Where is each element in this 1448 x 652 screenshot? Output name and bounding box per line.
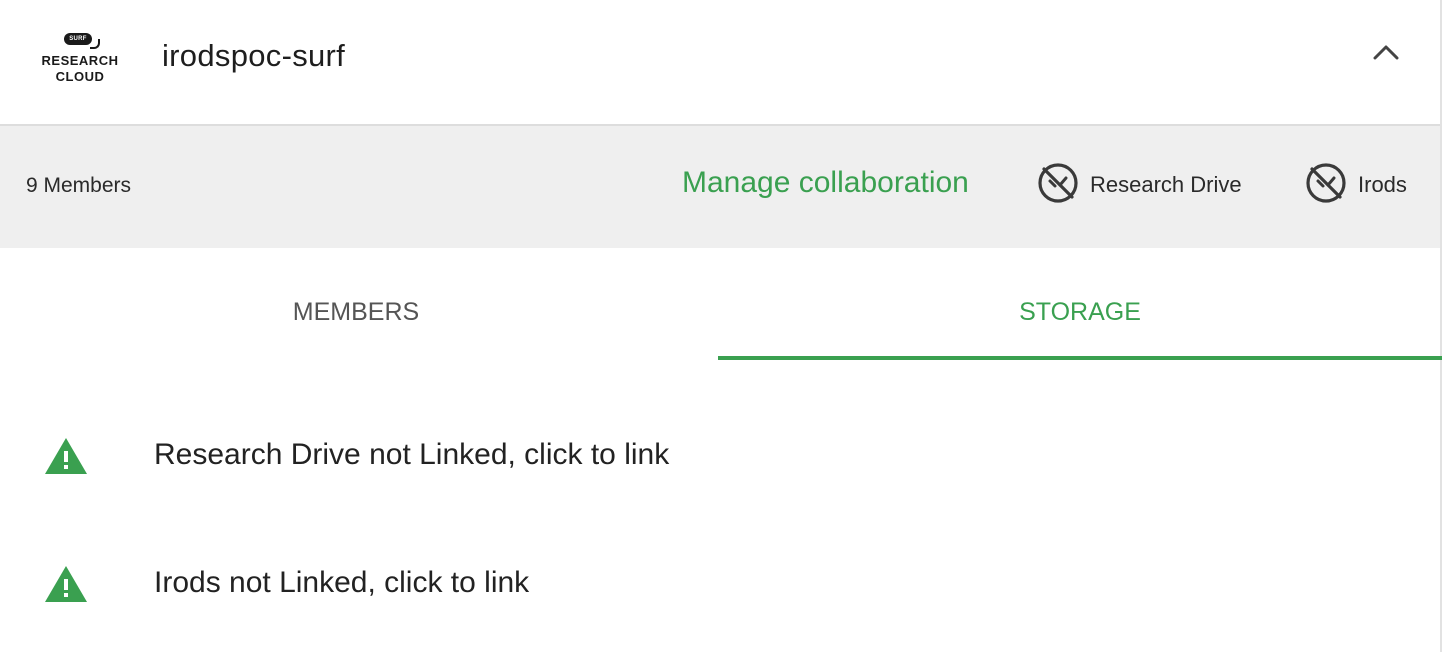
collaboration-tabs: MEMBERS STORAGE xyxy=(0,248,1442,360)
tab-members[interactable]: MEMBERS xyxy=(0,248,712,360)
irods-link-item[interactable]: Irods not Linked, click to link xyxy=(0,556,1440,616)
irods-status-label: Irods xyxy=(1358,172,1407,197)
irods-link-text: Irods not Linked, click to link xyxy=(154,566,530,599)
manage-collaboration-link[interactable]: Manage collaboration xyxy=(682,166,969,200)
irods-status[interactable]: Irods xyxy=(1304,162,1407,208)
logo-badge-tail xyxy=(90,39,100,49)
research-drive-status-label: Research Drive xyxy=(1090,172,1242,197)
collaboration-card: SURF RESEARCH CLOUD irodspoc-surf 9 Memb… xyxy=(0,0,1442,652)
research-drive-link-text: Research Drive not Linked, click to link xyxy=(154,438,670,471)
chevron-up-icon[interactable] xyxy=(1372,38,1400,66)
warning-icon xyxy=(44,564,88,604)
tab-storage[interactable]: STORAGE xyxy=(718,248,1442,360)
disconnected-icon xyxy=(1036,161,1080,210)
collaboration-title: irodspoc-surf xyxy=(162,38,346,73)
research-drive-status[interactable]: Research Drive xyxy=(1036,162,1242,208)
collaboration-summary-bar: 9 Members Manage collaboration Research … xyxy=(0,126,1440,248)
disconnected-icon xyxy=(1304,161,1348,210)
card-header: SURF RESEARCH CLOUD irodspoc-surf xyxy=(0,0,1440,126)
research-drive-link-item[interactable]: Research Drive not Linked, click to link xyxy=(0,428,1440,488)
research-cloud-logo: SURF RESEARCH CLOUD xyxy=(34,33,126,87)
logo-text-line2: CLOUD xyxy=(55,69,105,84)
logo-text-line1: RESEARCH xyxy=(41,53,119,68)
logo-badge: SURF xyxy=(64,33,92,45)
members-count: 9 Members xyxy=(26,174,132,197)
warning-icon xyxy=(44,436,88,476)
